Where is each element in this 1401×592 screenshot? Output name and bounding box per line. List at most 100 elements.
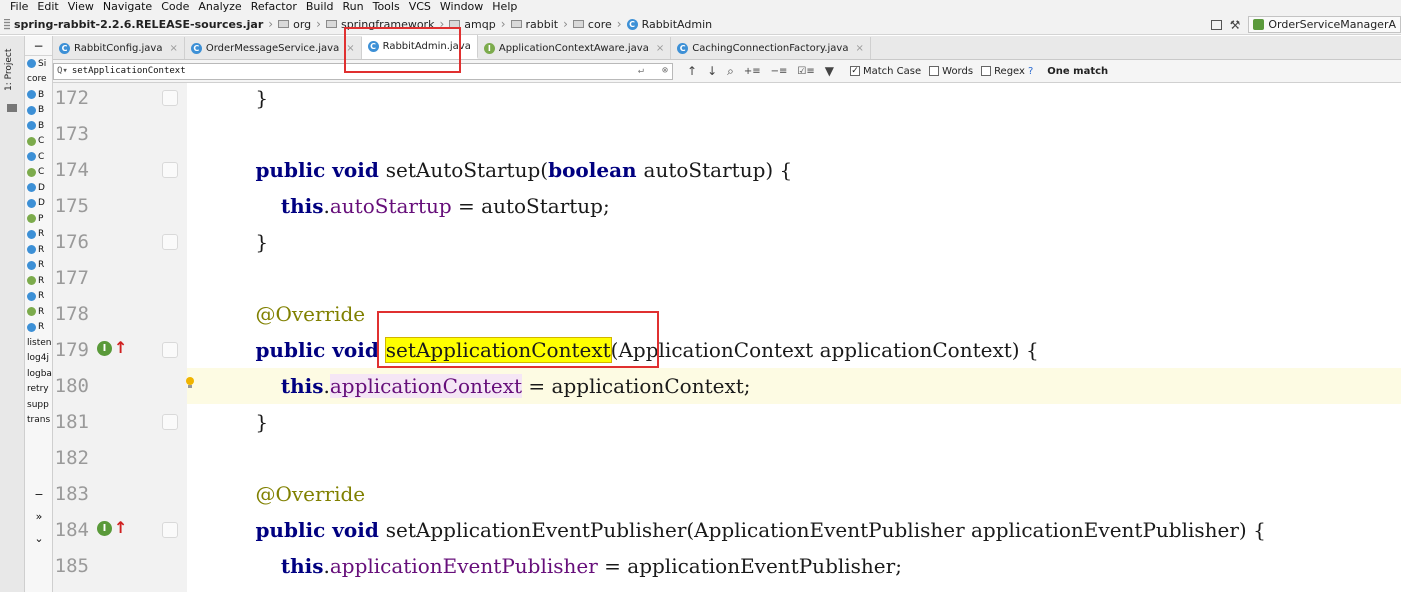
- breadcrumb-separator: ›: [616, 17, 622, 31]
- project-tree-item[interactable]: B: [25, 103, 52, 119]
- layout-icon[interactable]: [1210, 19, 1222, 30]
- search-input[interactable]: Q▾ setApplicationContext ↵ ⊗: [53, 62, 673, 80]
- project-tree-item[interactable]: P: [25, 211, 52, 227]
- tab-applicationcontextaware[interactable]: I ApplicationContextAware.java ×: [478, 37, 672, 59]
- project-tree-item[interactable]: C: [25, 165, 52, 181]
- clear-search-icon[interactable]: ⊗: [662, 65, 668, 76]
- project-tree-item[interactable]: retry: [25, 382, 52, 398]
- collapse-all-button[interactable]: −: [25, 36, 52, 56]
- project-tree-item[interactable]: B: [25, 87, 52, 103]
- menu-item-refactor[interactable]: Refactor: [251, 0, 297, 14]
- regex-checkbox[interactable]: Regex ?: [981, 66, 1033, 77]
- code-text: public void setApplicationEventPublisher…: [230, 512, 1265, 548]
- menu-item-file[interactable]: File: [10, 0, 28, 14]
- project-tree-item[interactable]: R: [25, 289, 52, 305]
- breadcrumb-item[interactable]: C RabbitAdmin: [626, 18, 712, 31]
- run-configuration-selector[interactable]: OrderServiceManagerA: [1248, 16, 1401, 33]
- add-occurrence-icon[interactable]: +≡: [744, 66, 761, 77]
- tab-rabbitadmin[interactable]: C RabbitAdmin.java: [361, 35, 478, 59]
- fold-icon[interactable]: [162, 90, 178, 106]
- close-tab-icon[interactable]: ×: [855, 43, 863, 54]
- breadcrumb-item[interactable]: core: [572, 18, 612, 31]
- menu-item-edit[interactable]: Edit: [37, 0, 58, 14]
- fold-icon[interactable]: [162, 162, 178, 178]
- code-token: boolean: [548, 158, 644, 182]
- build-hammer-icon[interactable]: ⚒: [1230, 18, 1241, 32]
- project-tree-label: B: [38, 120, 45, 131]
- more-icon[interactable]: »: [25, 506, 52, 528]
- menu-item-code[interactable]: Code: [161, 0, 189, 14]
- fold-icon[interactable]: [162, 522, 178, 538]
- fold-icon[interactable]: [162, 342, 178, 358]
- project-tree-item[interactable]: R: [25, 304, 52, 320]
- close-tab-icon[interactable]: ×: [346, 43, 354, 54]
- search-icon[interactable]: Q▾: [57, 66, 68, 76]
- project-tree-item[interactable]: Si: [25, 56, 52, 72]
- project-tree-item[interactable]: R: [25, 258, 52, 274]
- close-tab-icon[interactable]: ×: [656, 43, 664, 54]
- breadcrumb-item[interactable]: spring-rabbit-2.2.6.RELEASE-sources.jar: [4, 18, 263, 31]
- fold-icon[interactable]: [162, 234, 178, 250]
- search-match: setApplicationContext: [384, 337, 612, 363]
- collapse-icon[interactable]: −: [25, 484, 52, 506]
- folder-icon: [325, 20, 337, 28]
- project-tree-item[interactable]: R: [25, 227, 52, 243]
- menu-item-navigate[interactable]: Navigate: [103, 0, 152, 14]
- find-all-icon[interactable]: ⌕: [727, 64, 734, 79]
- menu-item-vcs[interactable]: VCS: [409, 0, 431, 14]
- project-tree-item[interactable]: listen: [25, 335, 52, 351]
- tab-ordermessageservice[interactable]: C OrderMessageService.java ×: [185, 37, 362, 59]
- project-tree-item[interactable]: D: [25, 196, 52, 212]
- lightbulb-icon[interactable]: [184, 375, 196, 389]
- project-tree-item[interactable]: core: [25, 72, 52, 88]
- breadcrumb-item[interactable]: amqp: [449, 18, 496, 31]
- menu-item-analyze[interactable]: Analyze: [198, 0, 241, 14]
- project-tree-item[interactable]: log4j: [25, 351, 52, 367]
- close-tab-icon[interactable]: ×: [169, 43, 177, 54]
- menu-item-run[interactable]: Run: [343, 0, 364, 14]
- filter-icon[interactable]: ▼: [825, 64, 834, 78]
- project-tree: Si core B B B C C C D D P R R R R R R Rlisten log4j logba re…: [25, 56, 52, 428]
- breadcrumb-item[interactable]: rabbit: [510, 18, 558, 31]
- code-line: 181 }: [53, 404, 1401, 440]
- words-checkbox[interactable]: Words: [929, 66, 973, 77]
- remove-occurrence-icon[interactable]: −≡: [771, 66, 788, 77]
- menu-item-tools[interactable]: Tools: [373, 0, 400, 14]
- newline-icon[interactable]: ↵: [638, 65, 644, 76]
- project-tree-item[interactable]: supp: [25, 397, 52, 413]
- implements-method-marker[interactable]: I ↑: [97, 520, 127, 536]
- implements-method-marker[interactable]: I ↑: [97, 340, 127, 356]
- menu-item-view[interactable]: View: [68, 0, 94, 14]
- select-all-occurrences-icon[interactable]: ☑≡: [797, 66, 814, 77]
- regex-label: Regex: [994, 65, 1025, 77]
- project-tool-window-button[interactable]: 1: Project: [4, 40, 20, 100]
- code-text: public void setAutoStartup(boolean autoS…: [230, 152, 792, 188]
- fold-icon[interactable]: [162, 414, 178, 430]
- project-tree-item[interactable]: C: [25, 134, 52, 150]
- tab-rabbitconfig[interactable]: C RabbitConfig.java ×: [53, 37, 185, 59]
- match-case-checkbox[interactable]: ✓ Match Case: [849, 66, 921, 77]
- previous-occurrence-icon[interactable]: ↑: [687, 64, 697, 78]
- code-line: 180 this.applicationContext = applicatio…: [53, 368, 1401, 404]
- project-tree-item[interactable]: C: [25, 149, 52, 165]
- tab-cachingconnectionfactory[interactable]: C CachingConnectionFactory.java ×: [671, 37, 871, 59]
- class-icon: C: [59, 42, 70, 54]
- breadcrumb-item[interactable]: org: [278, 18, 311, 31]
- next-occurrence-icon[interactable]: ↓: [707, 64, 717, 78]
- project-tree-item[interactable]: R: [25, 320, 52, 336]
- project-tree-item[interactable]: R: [25, 273, 52, 289]
- chevron-down-icon[interactable]: ⌄: [25, 528, 52, 550]
- line-number: 182: [54, 447, 89, 469]
- project-tree-item[interactable]: B: [25, 118, 52, 134]
- regex-help-link[interactable]: ?: [1028, 66, 1033, 77]
- project-tree-item[interactable]: D: [25, 180, 52, 196]
- menu-item-help[interactable]: Help: [492, 0, 517, 14]
- project-tree-item[interactable]: logba: [25, 366, 52, 382]
- project-tree-item[interactable]: trans: [25, 413, 52, 429]
- menu-item-build[interactable]: Build: [306, 0, 334, 14]
- menu-item-window[interactable]: Window: [440, 0, 483, 14]
- project-tree-item[interactable]: R: [25, 242, 52, 258]
- breadcrumb-item[interactable]: springframework: [325, 18, 434, 31]
- code-editor[interactable]: 172 } 173 174 public void setAutoStartup(b…: [53, 83, 1401, 592]
